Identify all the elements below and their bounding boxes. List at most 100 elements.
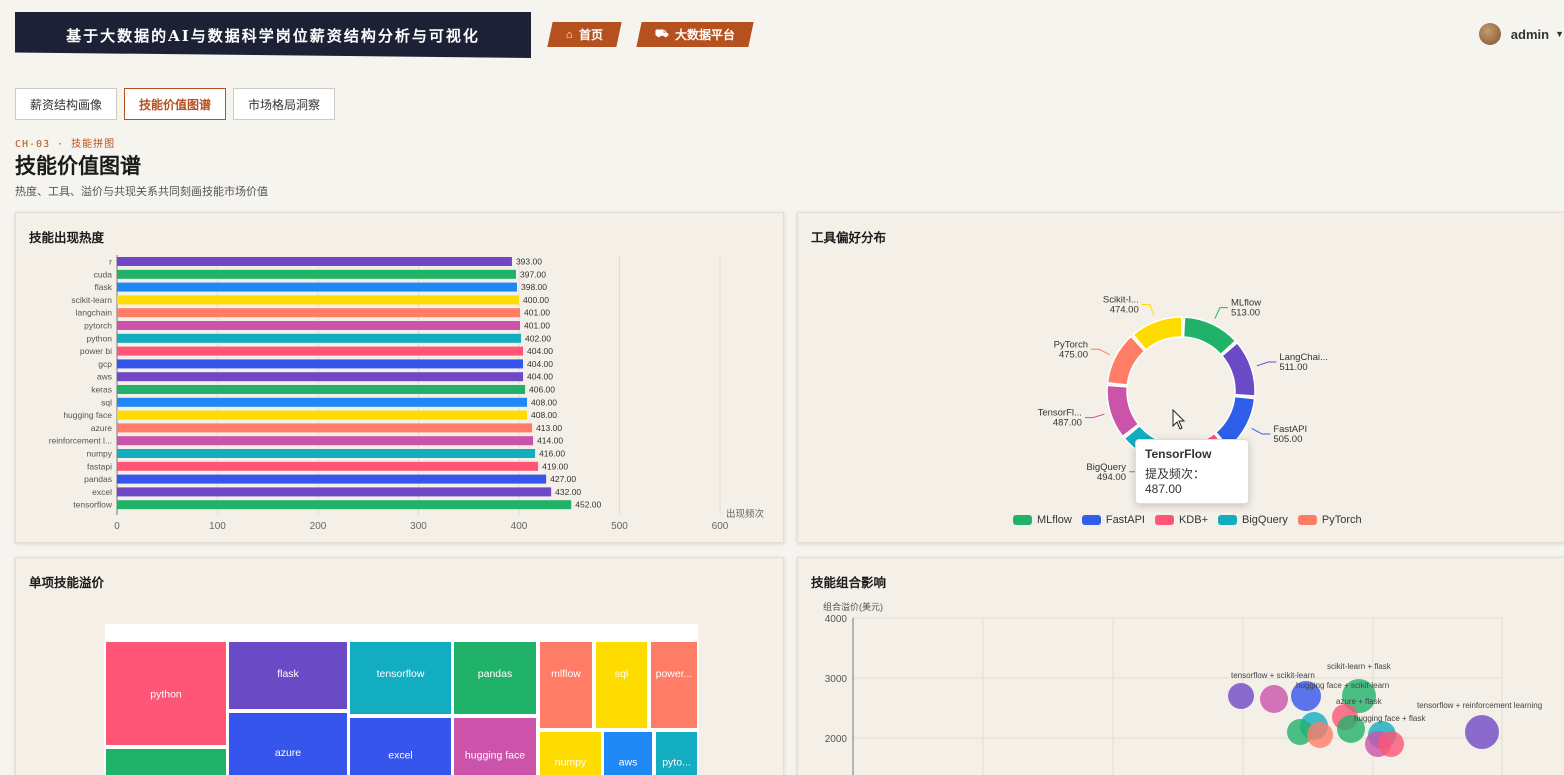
donut-slice bbox=[1106, 384, 1140, 438]
x-tick-label: 100 bbox=[209, 521, 226, 532]
point-label: scikit-learn + flask bbox=[1327, 662, 1392, 671]
treemap-cell-label: python bbox=[150, 689, 182, 701]
y-tick-label: langchain bbox=[76, 308, 113, 318]
section-eyebrow: CH-03 · 技能拼图 bbox=[15, 139, 116, 150]
legend-swatch bbox=[1013, 515, 1032, 525]
bar-value-label: 398.00 bbox=[521, 282, 547, 292]
scatter-point bbox=[1307, 722, 1333, 748]
bar-value-label: 452.00 bbox=[575, 500, 601, 510]
bar-value-label: 401.00 bbox=[524, 308, 550, 318]
bar bbox=[117, 487, 552, 497]
nav-home-label: 首页 bbox=[578, 28, 603, 42]
label-leader-line bbox=[1091, 348, 1110, 356]
point-label: hugging face + flask bbox=[1354, 714, 1426, 723]
scatter-point bbox=[1260, 685, 1288, 713]
legend-label: BigQuery bbox=[1242, 514, 1288, 526]
y-tick-label: azure bbox=[91, 423, 113, 433]
y-tick-label: keras bbox=[91, 385, 112, 395]
legend-item[interactable]: MLflow bbox=[1013, 514, 1072, 526]
single-premium-treemap: python flask tensorflow pandas mlflow sql powe… bbox=[104, 624, 699, 775]
treemap-cell-label: hugging face bbox=[465, 750, 525, 762]
bar-value-label: 432.00 bbox=[555, 487, 581, 497]
bar bbox=[117, 474, 547, 484]
bar bbox=[117, 269, 516, 279]
x-tick-label: 400 bbox=[511, 521, 528, 532]
y-tick-label: 4000 bbox=[825, 614, 848, 625]
y-tick-label: excel bbox=[92, 487, 112, 497]
bar bbox=[117, 321, 521, 330]
legend-item[interactable]: FastAPI bbox=[1081, 514, 1145, 526]
bar-value-label: 427.00 bbox=[550, 474, 576, 484]
bar-value-label: 419.00 bbox=[542, 461, 568, 471]
point-label: azure + flask bbox=[1336, 697, 1383, 706]
nav-bigdata-button[interactable]: ⛟ 大数据平台 bbox=[636, 22, 754, 47]
app-title: 基于大数据的AI与数据科学岗位薪资结构分析与可视化 bbox=[66, 26, 480, 45]
nav-home-button[interactable]: ⌂ 首页 bbox=[547, 22, 622, 47]
y-axis-label: 组合溢价(美元) bbox=[823, 601, 883, 612]
treemap-cell-label: sql bbox=[615, 668, 628, 680]
bar-value-label: 408.00 bbox=[531, 397, 557, 407]
chevron-down-icon: ▼ bbox=[1555, 29, 1564, 39]
legend-label: MLflow bbox=[1037, 514, 1072, 526]
slice-value-label: 511.00 bbox=[1279, 362, 1307, 373]
y-tick-label: gcp bbox=[98, 359, 112, 369]
x-tick-label: 500 bbox=[611, 521, 628, 532]
tab-market-insight[interactable]: 市场格局洞察 bbox=[233, 88, 336, 120]
legend-item[interactable]: PyTorch bbox=[1297, 514, 1362, 526]
y-tick-label: reinforcement l... bbox=[49, 436, 112, 446]
skill-heat-panel: 技能出现热度 0 100 200 300 400 500 600 出现频次 r 393.00 cud… bbox=[15, 212, 784, 543]
slice-value-label: 475.00 bbox=[1059, 349, 1088, 360]
treemap-cell-label: mlflow bbox=[551, 668, 581, 680]
treemap-cell-label: tensorflow bbox=[377, 668, 425, 680]
slice-value-label: 505.00 bbox=[1273, 434, 1302, 445]
user-name: admin bbox=[1510, 26, 1550, 42]
label-leader-line bbox=[1256, 361, 1277, 367]
x-axis-label: 出现频次 bbox=[726, 508, 765, 520]
tab-skill-value[interactable]: 技能价值图谱 bbox=[124, 88, 227, 120]
pie-legend: MLflow FastAPI KDB+ BigQuery PyTorch bbox=[1013, 514, 1362, 526]
bar-value-label: 404.00 bbox=[527, 346, 553, 356]
tab-label: 技能价值图谱 bbox=[139, 97, 212, 112]
bar bbox=[117, 500, 572, 510]
x-tick-label: 200 bbox=[310, 521, 327, 532]
y-tick-label: fastapi bbox=[87, 461, 112, 471]
bar bbox=[117, 410, 528, 420]
tab-salary-structure[interactable]: 薪资结构画像 bbox=[15, 88, 118, 120]
y-tick-label: pandas bbox=[84, 474, 112, 484]
slice-value-label: 513.00 bbox=[1231, 308, 1260, 319]
bar-value-label: 393.00 bbox=[516, 257, 542, 267]
treemap-cell-label: pandas bbox=[478, 668, 512, 680]
treemap-cell-label: excel bbox=[388, 750, 413, 762]
x-tick-label: 0 bbox=[114, 521, 120, 532]
bar bbox=[117, 295, 519, 305]
treemap-cell bbox=[227, 711, 349, 775]
app-title-banner: 基于大数据的AI与数据科学岗位薪资结构分析与可视化 bbox=[15, 12, 531, 58]
y-tick-label: tensorflow bbox=[73, 500, 113, 510]
scatter-point bbox=[1228, 683, 1254, 709]
user-menu[interactable]: admin ▼ bbox=[1478, 23, 1564, 45]
donut-slice bbox=[1132, 316, 1183, 351]
bar-value-label: 406.00 bbox=[529, 385, 555, 395]
chart-tooltip: TensorFlow 提及频次：487.00 bbox=[1135, 439, 1249, 504]
legend-item[interactable]: KDB+ bbox=[1154, 514, 1209, 526]
bar-value-label: 408.00 bbox=[531, 410, 557, 420]
label-leader-line bbox=[1214, 307, 1228, 319]
y-tick-label: aws bbox=[97, 372, 112, 382]
scatter-point bbox=[1378, 731, 1404, 757]
legend-swatch bbox=[1297, 515, 1317, 525]
combo-impact-panel: 技能组合影响 组合溢价(美元) 4000 3000 2000 tensorflow + … bbox=[797, 557, 1564, 775]
treemap-cell bbox=[452, 716, 538, 775]
legend-item[interactable]: BigQuery bbox=[1218, 514, 1288, 526]
bar bbox=[117, 308, 521, 318]
bar bbox=[117, 449, 536, 458]
y-tick-label: cuda bbox=[94, 269, 113, 279]
donut-slice bbox=[1221, 342, 1256, 397]
bar-value-label: 402.00 bbox=[525, 333, 551, 343]
bar bbox=[117, 461, 539, 471]
bar bbox=[117, 282, 517, 292]
tab-label: 薪资结构画像 bbox=[30, 97, 103, 112]
bar-value-label: 404.00 bbox=[527, 372, 553, 382]
x-tick-label: 300 bbox=[410, 521, 427, 532]
cursor-icon bbox=[1172, 408, 1186, 430]
legend-label: KDB+ bbox=[1178, 514, 1209, 526]
